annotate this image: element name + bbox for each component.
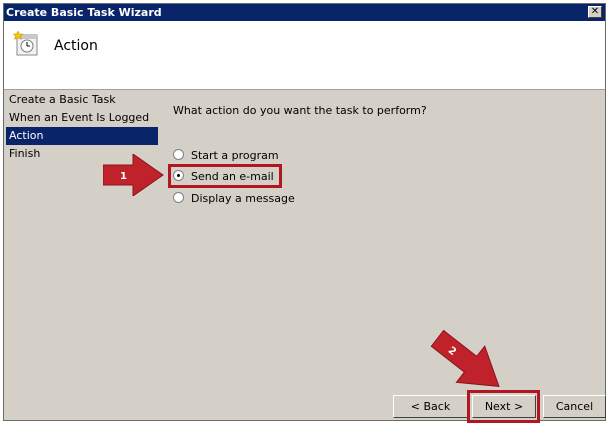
cancel-button[interactable]: Cancel bbox=[543, 395, 606, 418]
wizard-window: Create Basic Task Wizard ✕ Action Create… bbox=[3, 3, 606, 423]
arrow-1-label: 1 bbox=[120, 171, 127, 182]
page-title: Action bbox=[54, 38, 98, 54]
back-button[interactable]: < Back bbox=[393, 395, 468, 418]
step-create-basic-task[interactable]: Create a Basic Task bbox=[6, 91, 158, 109]
close-button[interactable]: ✕ bbox=[588, 6, 602, 18]
wizard-body: Create a Basic Task When an Event Is Log… bbox=[4, 91, 606, 423]
task-scheduler-icon bbox=[12, 30, 38, 56]
option-start-program[interactable]: Start a program bbox=[173, 148, 279, 164]
window-title: Create Basic Task Wizard bbox=[6, 6, 162, 19]
annotation-arrow-1: 1 bbox=[103, 154, 164, 196]
radio-display-message[interactable] bbox=[173, 192, 184, 203]
next-button[interactable]: Next > bbox=[472, 395, 536, 418]
step-when-event-logged[interactable]: When an Event Is Logged bbox=[6, 109, 158, 127]
wizard-header: Action bbox=[4, 21, 605, 90]
steps-list: Create a Basic Task When an Event Is Log… bbox=[6, 91, 158, 163]
option-display-message[interactable]: Display a message bbox=[173, 191, 295, 207]
close-icon: ✕ bbox=[590, 6, 600, 17]
action-question: What action do you want the task to perf… bbox=[173, 104, 427, 117]
title-bar: Create Basic Task Wizard ✕ bbox=[4, 4, 605, 21]
option-label: Display a message bbox=[191, 192, 295, 205]
option-label: Start a program bbox=[191, 149, 279, 162]
radio-start-program[interactable] bbox=[173, 149, 184, 160]
send-email-highlight bbox=[168, 164, 282, 188]
step-action[interactable]: Action bbox=[6, 127, 158, 145]
annotation-arrow-2: 2 bbox=[430, 329, 500, 387]
